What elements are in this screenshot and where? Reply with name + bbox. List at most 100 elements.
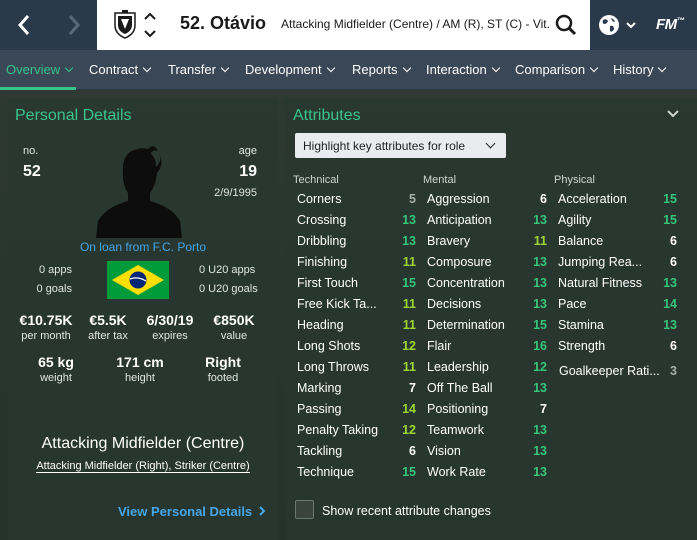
attribute-row[interactable]: Balance 6 [558, 232, 677, 253]
goalkeeper-rating-row[interactable]: Goalkeeper Rati... 3 [559, 362, 677, 383]
attribute-name: Natural Fitness [558, 276, 643, 290]
attribute-value: 3 [670, 364, 677, 378]
recent-changes-checkbox[interactable] [295, 500, 314, 519]
other-positions-text: Attacking Midfielder (Right), Striker (C… [36, 460, 250, 473]
attribute-row[interactable]: Marking 7 [297, 379, 416, 400]
wage-stat: €10.75K per month [13, 312, 79, 342]
attribute-row[interactable]: First Touch 15 [297, 274, 416, 295]
player-name: 52. Otávio [180, 13, 267, 33]
attribute-row[interactable]: Flair 16 [427, 337, 547, 358]
attribute-row[interactable]: Aggression 6 [427, 190, 547, 211]
attribute-name: Corners [297, 192, 342, 206]
attribute-value: 14 [402, 402, 416, 416]
attribute-row[interactable]: Vision 13 [427, 442, 547, 463]
attribute-name: Balance [558, 234, 604, 248]
attribute-row[interactable]: Crossing 13 [297, 211, 416, 232]
attribute-row[interactable]: Corners 5 [297, 190, 416, 211]
attribute-row[interactable]: Pace 14 [558, 295, 677, 316]
chevron-down-icon [626, 22, 636, 29]
collapse-chevron-icon[interactable] [666, 107, 680, 121]
attribute-row[interactable]: Concentration 13 [427, 274, 547, 295]
attribute-row[interactable]: Passing 14 [297, 400, 416, 421]
tab-development[interactable]: Development [245, 62, 335, 77]
attribute-row[interactable]: Jumping Rea... 6 [558, 253, 677, 274]
attribute-row[interactable]: Long Throws 11 [297, 358, 416, 379]
back-button[interactable] [0, 0, 48, 50]
tab-reports[interactable]: Reports [352, 62, 411, 77]
other-positions[interactable]: Attacking Midfielder (Right), Striker (C… [8, 460, 278, 473]
attribute-name: Positioning [427, 402, 489, 416]
attribute-name: Teamwork [427, 423, 484, 437]
tab-transfer[interactable]: Transfer [168, 62, 230, 77]
attribute-row[interactable]: Finishing 11 [297, 253, 416, 274]
attribute-value: 13 [533, 297, 547, 311]
attribute-row[interactable]: Off The Ball 13 [427, 379, 547, 400]
tab-comparison[interactable]: Comparison [515, 62, 599, 77]
attribute-row[interactable]: Penalty Taking 12 [297, 421, 416, 442]
tab-interaction[interactable]: Interaction [426, 62, 500, 77]
attribute-row[interactable]: Anticipation 13 [427, 211, 547, 232]
attribute-row[interactable]: Agility 15 [558, 211, 677, 232]
attribute-value: 13 [533, 381, 547, 395]
attribute-row[interactable]: Positioning 7 [427, 400, 547, 421]
attribute-row[interactable]: Tackling 6 [297, 442, 416, 463]
attribute-row[interactable]: Composure 13 [427, 253, 547, 274]
height-value: 171 cm [116, 354, 164, 370]
attribute-row[interactable]: Free Kick Ta... 11 [297, 295, 416, 316]
attribute-row[interactable]: Leadership 12 [427, 358, 547, 379]
expires-value: 6/30/19 [146, 312, 194, 328]
attribute-value: 11 [533, 234, 547, 248]
squad-number: 52 [23, 163, 41, 180]
attribute-row[interactable]: Dribbling 13 [297, 232, 416, 253]
tab-label: Contract [89, 62, 139, 77]
player-positions: Attacking Midfielder (Centre) / AM (R), … [281, 17, 551, 31]
attribute-row[interactable]: Work Rate 13 [427, 463, 547, 484]
chevron-down-icon [485, 138, 496, 149]
attribute-name: Decisions [427, 297, 482, 311]
after-tax-stat: €5.5K after tax [79, 312, 137, 342]
market-value: €850K [213, 312, 255, 328]
mental-header: Mental [423, 174, 457, 186]
foot-label: footed [207, 372, 239, 384]
forward-arrow-icon [68, 15, 81, 35]
attribute-row[interactable]: Natural Fitness 13 [558, 274, 677, 295]
attribute-row[interactable]: Stamina 13 [558, 316, 677, 337]
chevron-down-icon [142, 63, 152, 73]
globe-menu-button[interactable] [594, 0, 640, 50]
attribute-name: Technique [297, 465, 354, 479]
forward-button[interactable] [50, 0, 98, 50]
attribute-row[interactable]: Teamwork 13 [427, 421, 547, 442]
attribute-row[interactable]: Acceleration 15 [558, 190, 677, 211]
attribute-row[interactable]: Bravery 11 [427, 232, 547, 253]
market-value-label: value [220, 330, 248, 342]
attribute-name: Work Rate [427, 465, 486, 479]
attribute-value: 13 [533, 213, 547, 227]
up-down-arrows-icon[interactable] [143, 9, 157, 41]
attribute-value: 11 [402, 297, 416, 311]
attribute-name: Pace [558, 297, 587, 311]
attribute-name: Stamina [558, 318, 604, 332]
view-personal-details-link[interactable]: View Personal Details [118, 504, 266, 519]
attribute-value: 13 [663, 318, 677, 332]
attribute-row[interactable]: Technique 15 [297, 463, 416, 484]
attribute-row[interactable]: Determination 15 [427, 316, 547, 337]
back-arrow-icon [17, 15, 30, 35]
loan-status-link[interactable]: On loan from F.C. Porto [8, 240, 278, 254]
weight-stat: 65 kg weight [25, 354, 87, 384]
main-position: Attacking Midfielder (Centre) [41, 435, 245, 452]
attribute-row[interactable]: Strength 6 [558, 337, 677, 358]
attribute-value: 6 [670, 255, 677, 269]
tab-contract[interactable]: Contract [89, 62, 152, 77]
attribute-row[interactable]: Long Shots 12 [297, 337, 416, 358]
attribute-row[interactable]: Decisions 13 [427, 295, 547, 316]
fm-logo[interactable]: FM™ [656, 16, 685, 33]
search-icon[interactable] [554, 13, 578, 37]
attribute-row[interactable]: Heading 11 [297, 316, 416, 337]
highlight-role-dropdown[interactable]: Highlight key attributes for role [295, 133, 506, 158]
fm-logo-text: FM [656, 16, 677, 33]
tab-history[interactable]: History [613, 62, 667, 77]
brazil-flag-icon [107, 261, 169, 299]
tab-overview[interactable]: Overview [6, 62, 74, 77]
attribute-name: Long Throws [297, 360, 370, 374]
attribute-name: Acceleration [558, 192, 627, 206]
